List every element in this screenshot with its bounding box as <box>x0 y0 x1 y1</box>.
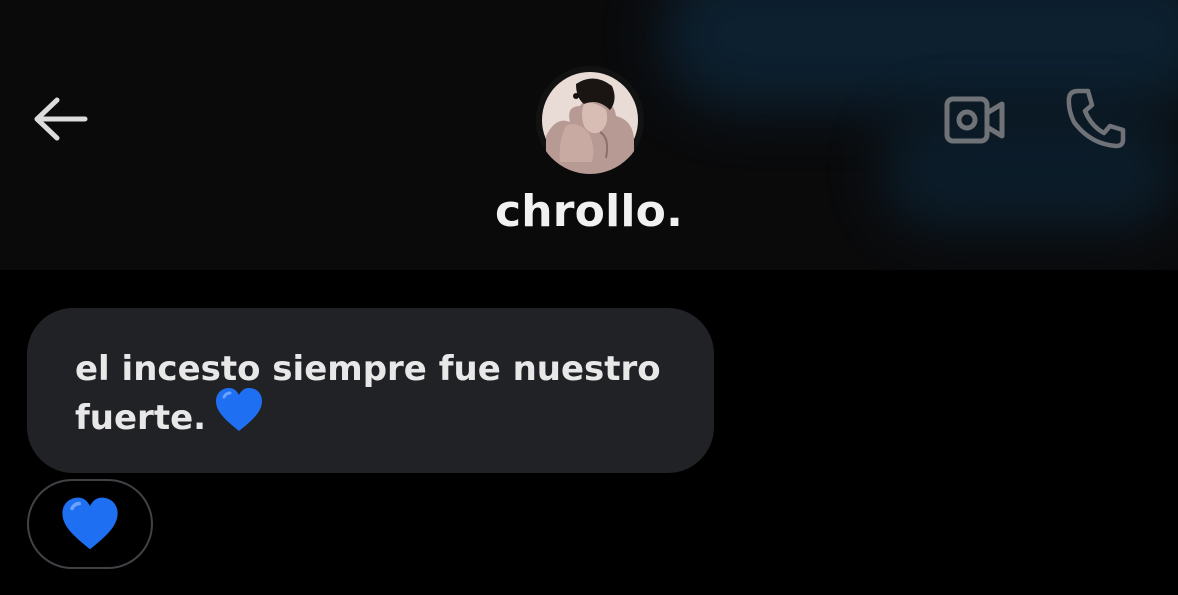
chat-header: chrollo. <box>0 0 1178 270</box>
chat-screen: chrollo. el incesto siempre fue nuestro … <box>0 0 1178 595</box>
message-line-1: el incesto siempre fue nuestro <box>75 349 661 389</box>
blue-heart-icon <box>62 497 118 550</box>
phone-icon <box>1066 88 1126 149</box>
arrow-left-icon <box>34 97 88 141</box>
back-button[interactable] <box>30 92 92 146</box>
blue-heart-icon <box>214 387 264 446</box>
contact-name[interactable]: chrollo. <box>390 186 788 237</box>
message-text: el incesto siempre fue nuestro fuerte. <box>75 346 674 446</box>
video-camera-icon <box>944 96 1005 144</box>
video-call-button[interactable] <box>938 88 1012 152</box>
voice-call-button[interactable] <box>1058 82 1132 154</box>
reaction-badge[interactable] <box>27 479 153 569</box>
header-blur-glow-lower <box>880 110 1178 230</box>
message-line-2: fuerte. <box>75 398 207 438</box>
avatar-portrait <box>536 66 644 174</box>
avatar[interactable] <box>536 66 644 174</box>
message-bubble[interactable]: el incesto siempre fue nuestro fuerte. <box>27 308 714 473</box>
